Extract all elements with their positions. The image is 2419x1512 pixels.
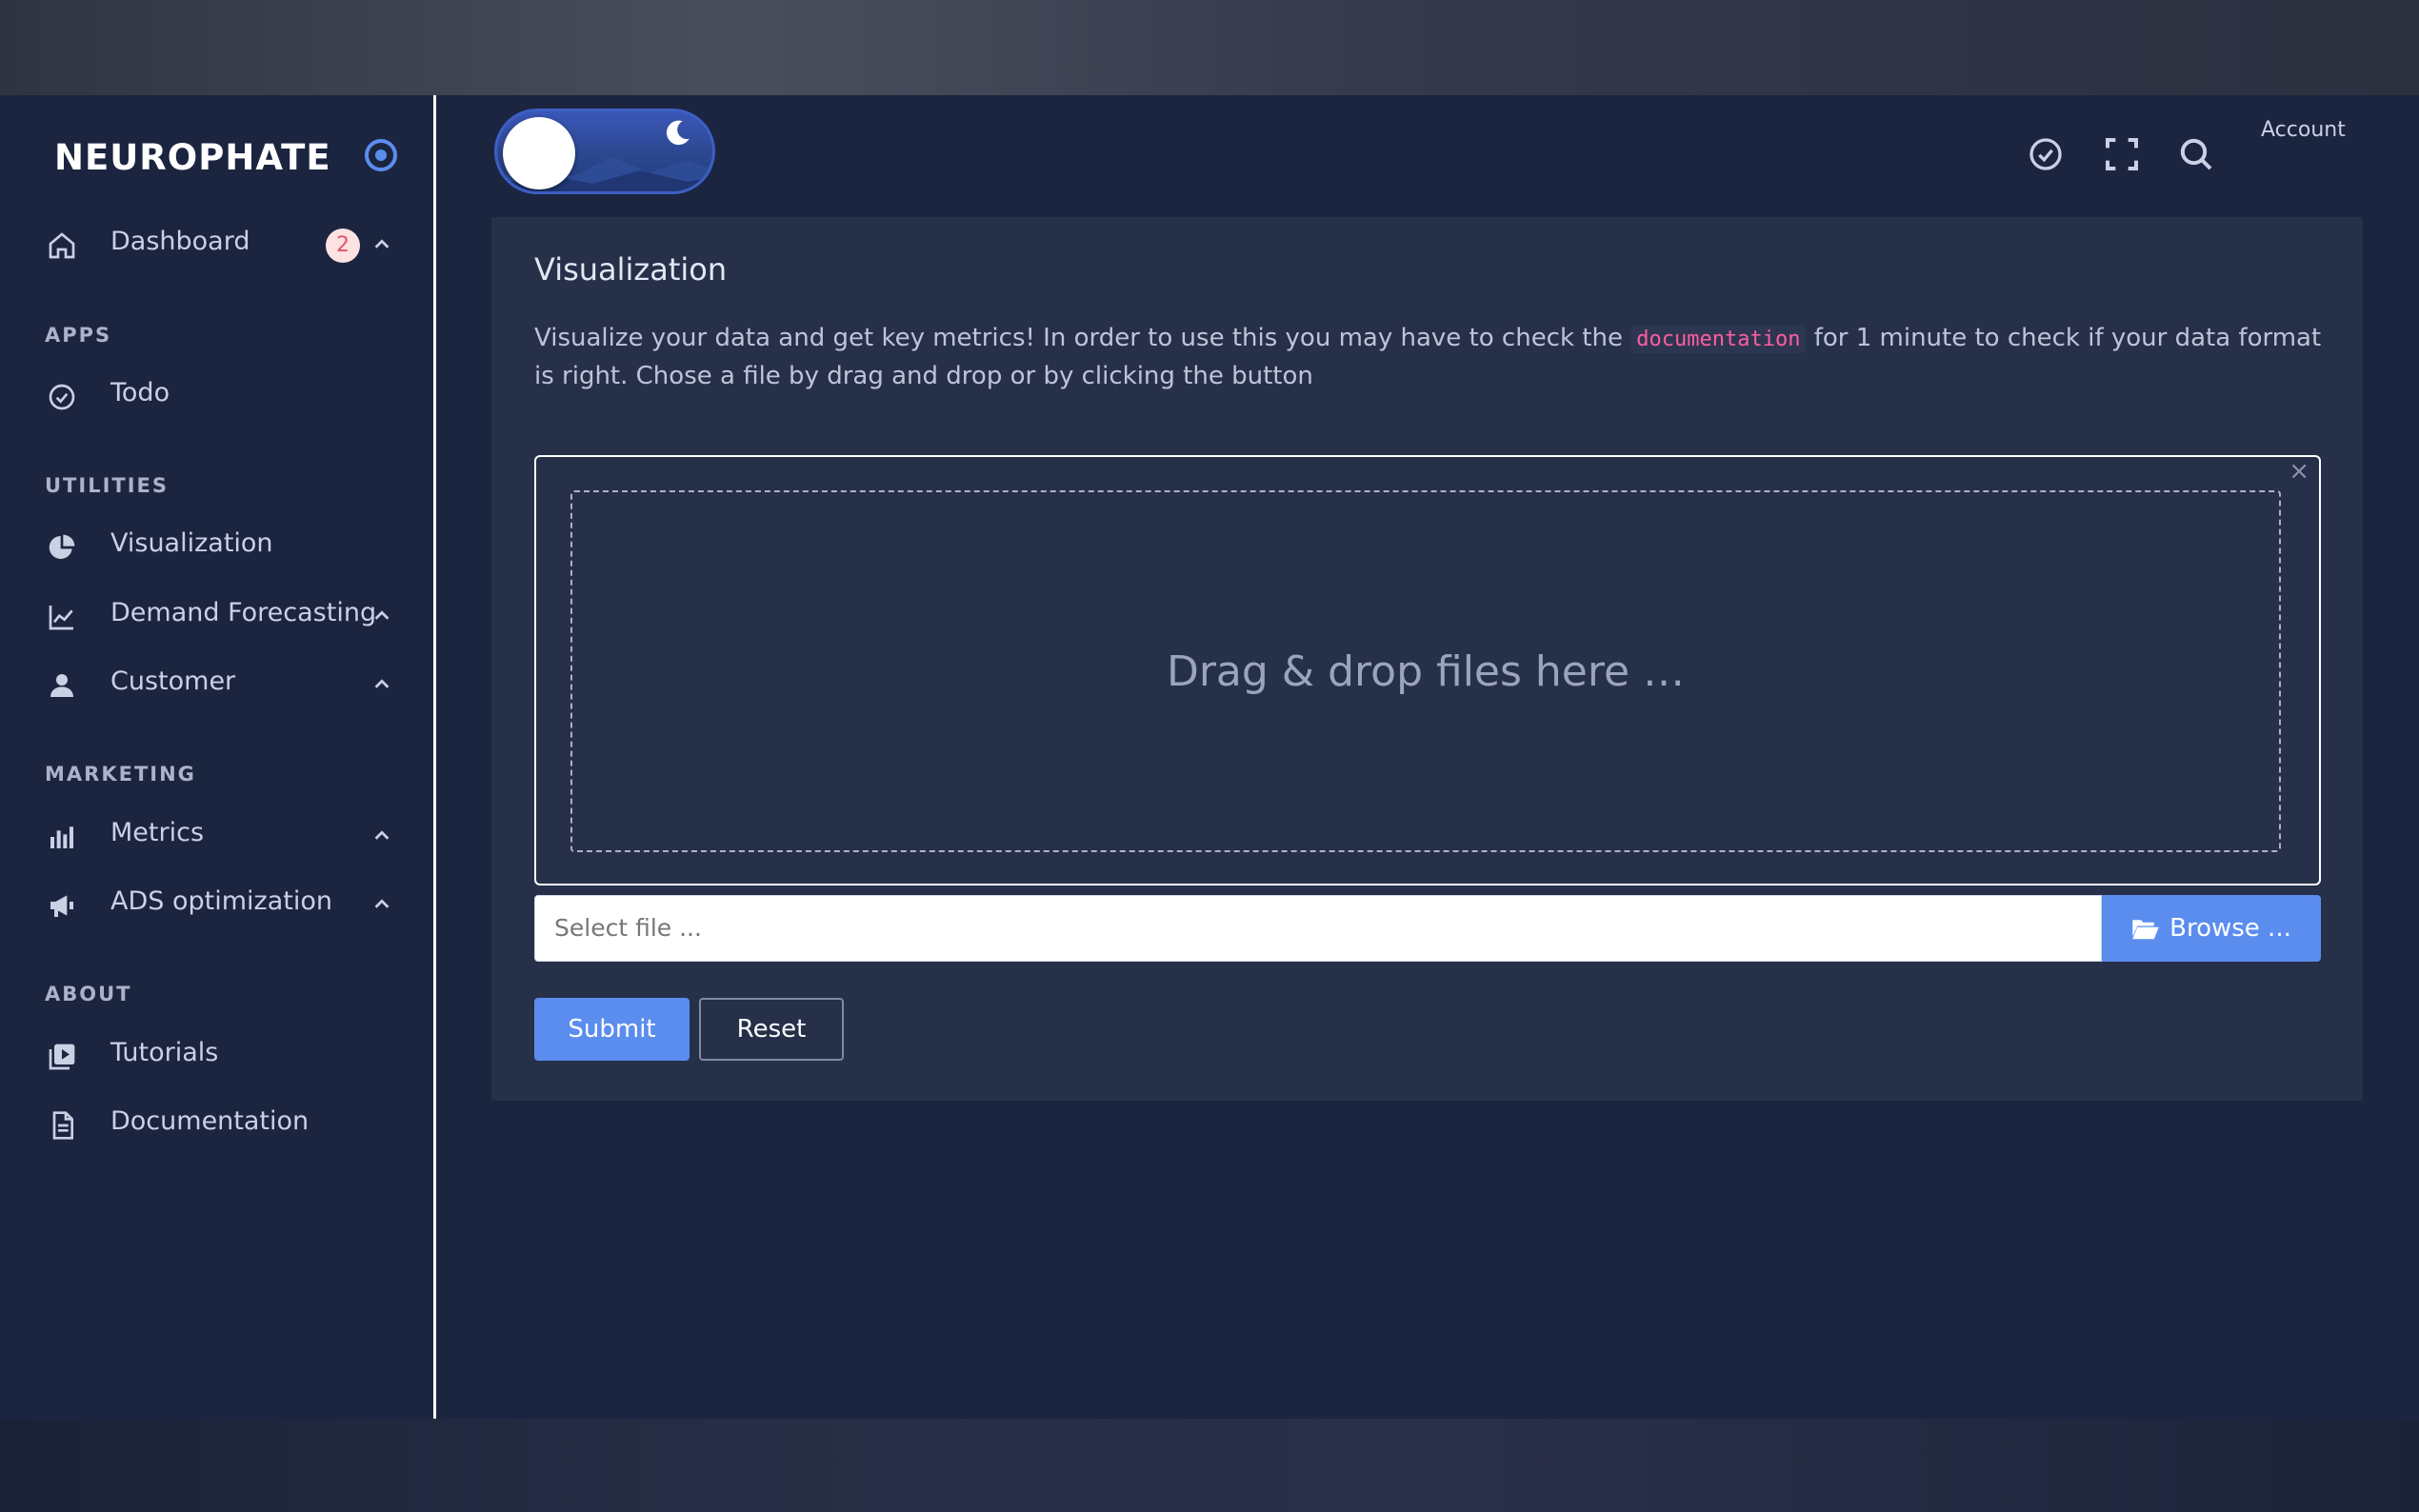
file-dropzone[interactable]: × Drag & drop files here … xyxy=(534,455,2321,885)
sidebar-item-todo[interactable]: Todo xyxy=(0,367,433,424)
sidebar-item-label: Visualization xyxy=(110,528,273,558)
browser-top-bar xyxy=(0,0,2419,95)
card-description: Visualize your data and get key metrics!… xyxy=(534,320,2325,395)
search-icon[interactable] xyxy=(2177,135,2215,173)
chevron-up-icon[interactable] xyxy=(371,606,392,627)
browse-button[interactable]: Browse ... xyxy=(2102,895,2321,962)
sidebar-item-label: Demand Forecasting xyxy=(110,598,377,627)
sidebar-item-documentation[interactable]: Documentation xyxy=(0,1095,433,1152)
moon-icon xyxy=(666,120,690,146)
document-icon xyxy=(46,1109,78,1142)
sidebar-item-dashboard[interactable]: Dashboard 2 xyxy=(0,215,433,272)
sidebar-item-ads-optimization[interactable]: ADS optimization xyxy=(0,875,433,932)
line-chart-icon xyxy=(46,601,78,633)
dropzone-area[interactable]: Drag & drop files here … xyxy=(570,490,2281,852)
dropzone-text: Drag & drop files here … xyxy=(1166,647,1686,696)
sidebar-item-visualization[interactable]: Visualization xyxy=(0,517,433,574)
section-marketing: MARKETING xyxy=(45,763,196,786)
bottom-bar xyxy=(0,1419,2419,1512)
section-about: ABOUT xyxy=(45,983,132,1005)
chevron-up-icon[interactable] xyxy=(371,674,392,695)
user-icon xyxy=(46,669,78,702)
sidebar-item-label: Metrics xyxy=(110,818,205,847)
video-library-icon xyxy=(46,1041,78,1073)
brand-logo: NEUROPHATE xyxy=(54,137,331,178)
sidebar-item-label: Dashboard xyxy=(110,227,250,256)
pie-chart-icon xyxy=(46,531,78,564)
chevron-up-icon[interactable] xyxy=(371,826,392,846)
chevron-up-icon[interactable] xyxy=(371,234,392,255)
reset-button[interactable]: Reset xyxy=(699,998,844,1061)
fullscreen-icon[interactable] xyxy=(2103,135,2141,173)
megaphone-icon xyxy=(46,889,78,922)
sidebar-item-metrics[interactable]: Metrics xyxy=(0,806,433,864)
notification-badge: 2 xyxy=(326,229,360,263)
sidebar-toggle-icon[interactable] xyxy=(365,139,397,171)
sidebar-item-demand-forecasting[interactable]: Demand Forecasting xyxy=(0,587,433,644)
file-select-input[interactable]: Select file ... xyxy=(534,895,2102,962)
bar-chart-icon xyxy=(46,821,78,853)
chevron-up-icon[interactable] xyxy=(371,894,392,915)
page-title: Visualization xyxy=(534,251,728,288)
sidebar-item-label: Todo xyxy=(110,378,170,408)
sidebar-item-label: Documentation xyxy=(110,1106,310,1136)
sidebar-item-label: ADS optimization xyxy=(110,886,332,916)
visualization-card: Visualization Visualize your data and ge… xyxy=(491,217,2363,1101)
home-icon xyxy=(46,229,78,262)
documentation-code: documentation xyxy=(1630,326,1807,353)
sidebar-item-label: Tutorials xyxy=(110,1038,219,1067)
section-apps: APPS xyxy=(45,324,112,347)
check-circle-icon[interactable] xyxy=(2027,135,2065,173)
dark-mode-toggle[interactable] xyxy=(494,109,715,194)
close-icon[interactable]: × xyxy=(2289,457,2309,486)
toggle-knob xyxy=(503,117,575,189)
description-text-start: Visualize your data and get key metrics!… xyxy=(534,324,1623,352)
submit-button[interactable]: Submit xyxy=(534,998,690,1061)
sidebar-item-tutorials[interactable]: Tutorials xyxy=(0,1026,433,1084)
sidebar-item-customer[interactable]: Customer xyxy=(0,655,433,712)
browse-label: Browse ... xyxy=(2169,914,2291,943)
section-utilities: UTILITIES xyxy=(45,474,169,497)
file-input-group: Select file ... Browse ... xyxy=(534,895,2321,962)
check-circle-icon xyxy=(46,381,78,413)
account-menu[interactable]: Account xyxy=(2261,118,2346,142)
sidebar-item-label: Customer xyxy=(110,666,236,696)
folder-open-icon xyxy=(2132,920,2159,940)
sidebar: NEUROPHATE Dashboard 2 APPS Todo UTILITI… xyxy=(0,95,436,1419)
